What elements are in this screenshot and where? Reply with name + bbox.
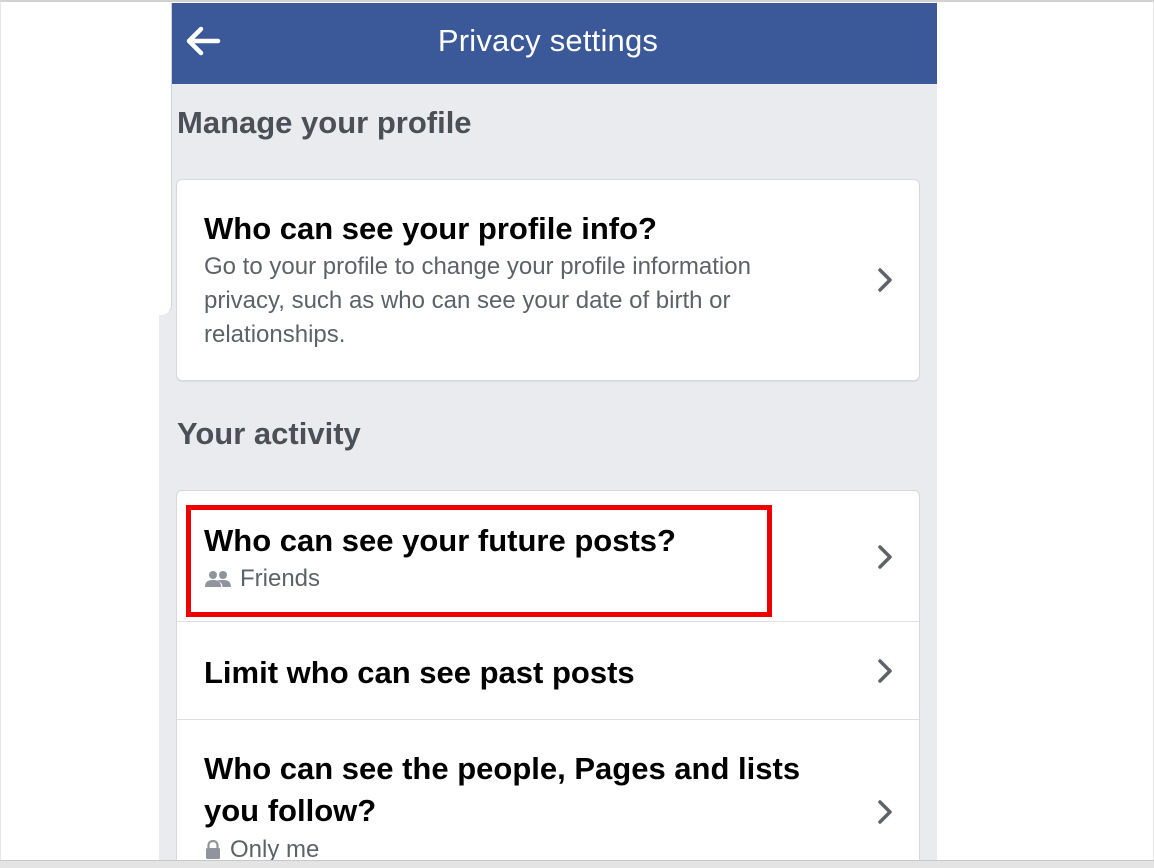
future-posts-title: Who can see your future posts?: [204, 523, 676, 558]
following-row[interactable]: Who can see the people, Pages and lists …: [177, 720, 919, 860]
chevron-right-icon: [875, 798, 895, 826]
chevron-right-icon: [875, 543, 895, 571]
lock-icon: [204, 839, 222, 860]
following-title: Who can see the people, Pages and lists …: [204, 751, 801, 828]
past-posts-row[interactable]: Limit who can see past posts: [177, 622, 919, 720]
future-posts-row[interactable]: Who can see your future posts? Friends: [177, 491, 919, 622]
following-audience: Only me: [204, 836, 319, 860]
top-bar: Privacy settings: [159, 3, 937, 84]
profile-info-row[interactable]: Who can see your profile info? Go to you…: [177, 180, 919, 380]
activity-card: Who can see your future posts? Friends L…: [176, 490, 920, 860]
future-posts-audience-label: Friends: [240, 565, 321, 592]
chevron-right-icon: [875, 266, 895, 294]
side-drawer-edge: [159, 3, 172, 315]
chevron-right-icon: [875, 657, 895, 685]
section-header-manage-profile: Manage your profile: [177, 105, 472, 140]
page-title: Privacy settings: [437, 23, 659, 58]
profile-info-description: Go to your profile to change your profil…: [204, 253, 751, 348]
friends-icon: [204, 569, 232, 589]
phone-screen: Privacy settings Manage your profile Who…: [159, 3, 937, 860]
section-header-your-activity: Your activity: [177, 416, 361, 451]
profile-info-title: Who can see your profile info?: [204, 211, 657, 246]
future-posts-audience: Friends: [204, 565, 320, 593]
past-posts-title: Limit who can see past posts: [204, 655, 635, 690]
profile-card: Who can see your profile info? Go to you…: [176, 179, 920, 381]
following-audience-label: Only me: [230, 836, 320, 860]
